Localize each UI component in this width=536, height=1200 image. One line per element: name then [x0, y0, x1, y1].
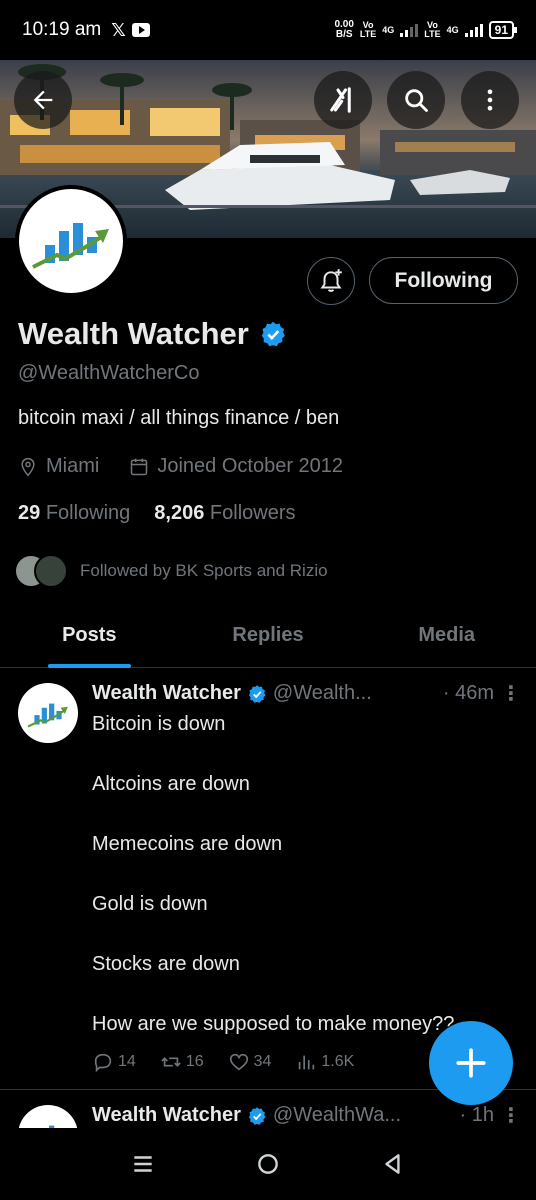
compose-post-button[interactable]	[429, 1021, 513, 1105]
location-pin-icon	[21, 457, 35, 476]
back-triangle-icon[interactable]	[380, 1151, 406, 1177]
tweet-author-handle[interactable]: @WealthWa...	[273, 1104, 401, 1127]
tweet-author-name[interactable]: Wealth Watcher	[92, 682, 241, 705]
tab-replies[interactable]: Replies	[179, 604, 358, 667]
signal-2-icon	[464, 23, 483, 37]
back-button[interactable]	[14, 71, 72, 129]
more-options-button[interactable]	[461, 71, 519, 129]
profile-handle: @WealthWatcherCo	[18, 362, 200, 384]
tweet-time[interactable]: · 1h	[460, 1104, 494, 1127]
followed-by-row[interactable]: Followed by BK Sports and Rizio	[14, 554, 328, 588]
tweet-text: Bitcoin is down Altcoins are down Memeco…	[92, 713, 455, 1035]
network-speed: 0.00 B/S	[334, 19, 354, 40]
wealth-watcher-logo	[27, 703, 68, 728]
analytics-icon	[299, 1055, 315, 1070]
followers-link[interactable]: 8,206 Followers	[154, 502, 295, 525]
recent-apps-icon[interactable]	[130, 1151, 156, 1177]
profile-name-row: Wealth Watcher	[18, 316, 287, 352]
grok-button[interactable]	[314, 71, 372, 129]
volte-1: Vo LTE	[359, 20, 377, 39]
wealth-watcher-logo	[32, 223, 109, 269]
system-nav-bar	[0, 1128, 536, 1200]
tweet-more-icon[interactable]: ⋮	[500, 1103, 522, 1128]
tweet-author-name[interactable]: Wealth Watcher	[92, 1104, 241, 1127]
profile-tabs: Posts Replies Media	[0, 604, 536, 668]
reply-icon	[94, 1053, 112, 1073]
calendar-icon	[131, 458, 148, 475]
net-type-2: 4G	[446, 24, 459, 35]
plus-icon	[456, 1048, 486, 1078]
profile-display-name: Wealth Watcher	[18, 316, 249, 351]
profile-location: Miami	[46, 455, 100, 477]
heart-icon	[229, 1053, 248, 1071]
signal-1-icon	[400, 23, 419, 37]
net-type-1: 4G	[382, 24, 395, 35]
follow-stats: 29 Following 8,206 Followers	[18, 502, 296, 525]
search-icon	[405, 89, 428, 112]
tab-media[interactable]: Media	[357, 604, 536, 667]
notify-bell-button[interactable]	[307, 257, 355, 305]
profile-meta: Miami Joined October 2012	[18, 455, 343, 478]
arrow-left-icon	[33, 90, 53, 110]
tweet-avatar[interactable]	[18, 683, 78, 743]
battery-indicator: 91	[488, 21, 518, 39]
tweet-header: Wealth Watcher @Wealth... · 46m ⋮	[92, 681, 522, 706]
retweet-button[interactable]: 16	[160, 1051, 204, 1073]
follower-avatar	[34, 554, 68, 588]
tweet-actions: 14 16 34 1.6K	[92, 1051, 354, 1073]
following-link[interactable]: 29 Following	[18, 502, 130, 525]
tab-posts[interactable]: Posts	[0, 604, 179, 668]
verified-badge-icon	[248, 684, 266, 703]
home-circle-icon[interactable]	[255, 1151, 281, 1177]
wealth-watcher-logo	[49, 1125, 55, 1128]
verified-badge-icon	[248, 1106, 266, 1125]
verified-badge-icon[interactable]	[259, 320, 287, 348]
tweet-header: Wealth Watcher @WealthWa... · 1h ⋮	[92, 1103, 522, 1128]
youtube-notification-icon	[131, 23, 150, 37]
more-vertical-icon	[487, 89, 493, 111]
volte-2: Vo LTE	[424, 20, 441, 39]
x-notification-icon: 𝕏	[111, 19, 126, 40]
reply-button[interactable]: 14	[92, 1051, 136, 1073]
status-time: 10:19 am	[22, 19, 102, 40]
retweet-icon	[161, 1057, 181, 1067]
views-button[interactable]: 1.6K	[295, 1051, 354, 1073]
profile-joined: Joined October 2012	[157, 455, 344, 477]
tweet-author-handle[interactable]: @Wealth...	[273, 682, 372, 705]
tweet-more-icon[interactable]: ⋮	[500, 681, 522, 706]
like-button[interactable]: 34	[228, 1051, 271, 1073]
profile-avatar[interactable]	[15, 185, 127, 297]
tweet-avatar[interactable]	[18, 1105, 78, 1128]
bell-plus-icon	[320, 269, 342, 292]
grok-icon	[330, 87, 351, 113]
status-bar: 10:19 am 𝕏 0.00 B/S Vo LTE 4G Vo LTE 4G 91	[0, 0, 536, 60]
search-button[interactable]	[387, 71, 445, 129]
followed-by-text: Followed by BK Sports and Rizio	[80, 561, 328, 580]
following-button[interactable]: Following	[369, 257, 518, 304]
profile-bio: bitcoin maxi / all things finance / ben	[18, 407, 340, 429]
tweet-time[interactable]: · 46m	[443, 682, 494, 705]
